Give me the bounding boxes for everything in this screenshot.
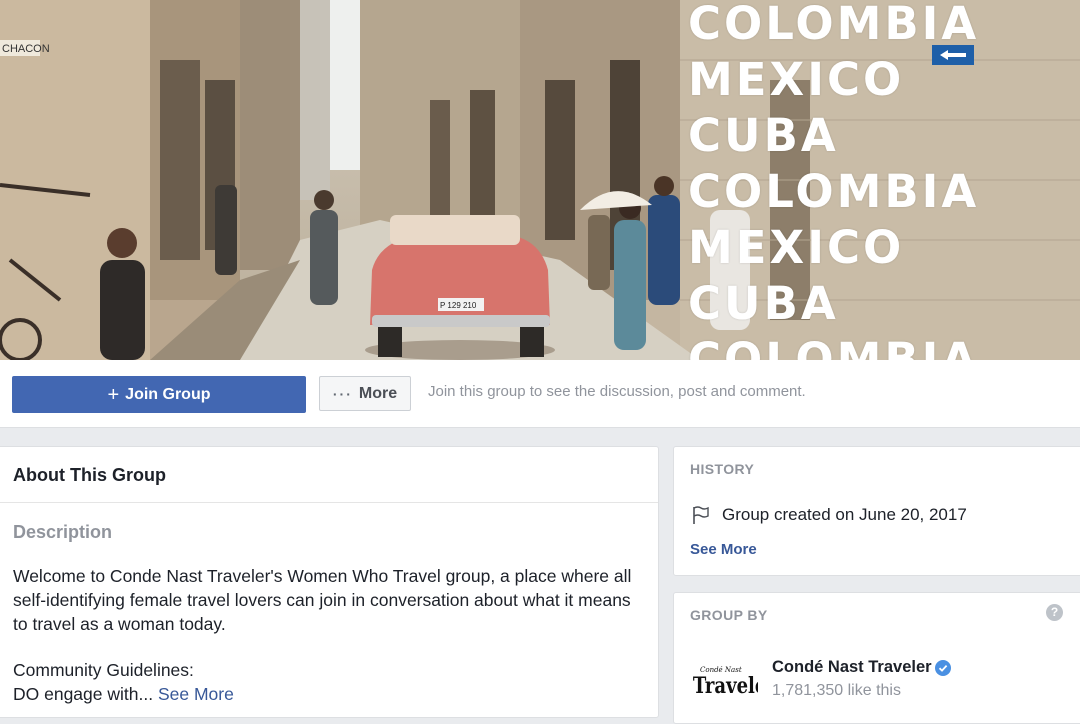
- group-action-bar: + Join Group ··· More Join this group to…: [0, 360, 1080, 428]
- join-hint-text: Join this group to see the discussion, p…: [428, 383, 806, 400]
- plus-icon: +: [107, 383, 120, 406]
- conde-nast-traveler-logo[interactable]: Condé Nast Traveler: [692, 663, 758, 699]
- help-icon[interactable]: ?: [1046, 604, 1063, 621]
- svg-text:Traveler: Traveler: [693, 672, 758, 698]
- group-created-text: Group created on June 20, 2017: [722, 505, 967, 524]
- cover-word: COLOMBIA: [688, 0, 980, 50]
- flag-icon: [693, 506, 709, 524]
- page-name-link[interactable]: Condé Nast Traveler: [772, 658, 951, 677]
- more-button[interactable]: ··· More: [319, 376, 411, 411]
- plate-text: P 129 210: [440, 301, 477, 310]
- group-created-row: Group created on June 20, 2017: [690, 504, 967, 526]
- more-label: More: [358, 384, 398, 402]
- cover-word: MEXICO: [688, 221, 905, 274]
- about-see-more-link[interactable]: See More: [158, 684, 234, 704]
- about-title: About This Group: [13, 465, 166, 485]
- join-group-button[interactable]: + Join Group: [12, 376, 306, 413]
- page-likes-count: 1,781,350 like this: [772, 682, 901, 699]
- history-see-more-link[interactable]: See More: [690, 541, 757, 558]
- divider: [0, 502, 658, 503]
- cover-photo: CHACON P 129 210 COLOMBIA MEXICO CUBA CO…: [0, 0, 1080, 360]
- more-dots-icon: ···: [332, 385, 353, 402]
- cover-word: CUBA: [688, 109, 839, 162]
- history-card: HISTORY Group created on June 20, 2017 S…: [673, 446, 1080, 576]
- description-text: Welcome to Conde Nast Traveler's Women W…: [13, 566, 632, 634]
- cover-word: COLOMBIA: [688, 333, 980, 360]
- cover-word: CUBA: [688, 277, 839, 330]
- guidelines-heading: Community Guidelines:: [13, 660, 194, 680]
- street-sign-text: CHACON: [2, 43, 50, 55]
- history-title: HISTORY: [690, 461, 755, 477]
- cover-word: COLOMBIA: [688, 165, 980, 218]
- group-by-title: GROUP BY: [690, 607, 768, 623]
- cover-country-list: COLOMBIA MEXICO CUBA COLOMBIA MEXICO CUB…: [688, 0, 979, 360]
- about-group-card: About This Group Description Welcome to …: [0, 446, 659, 718]
- page-name: Condé Nast Traveler: [772, 658, 932, 676]
- guidelines-preview: DO engage with...: [13, 684, 154, 704]
- verified-badge-icon: [934, 659, 951, 676]
- community-guidelines: Community Guidelines: DO engage with... …: [13, 658, 643, 706]
- description-heading: Description: [13, 522, 113, 542]
- cover-word: MEXICO: [688, 53, 905, 106]
- group-by-card: GROUP BY ? Condé Nast Traveler Condé Nas…: [673, 592, 1080, 724]
- join-group-label: Join Group: [125, 385, 211, 403]
